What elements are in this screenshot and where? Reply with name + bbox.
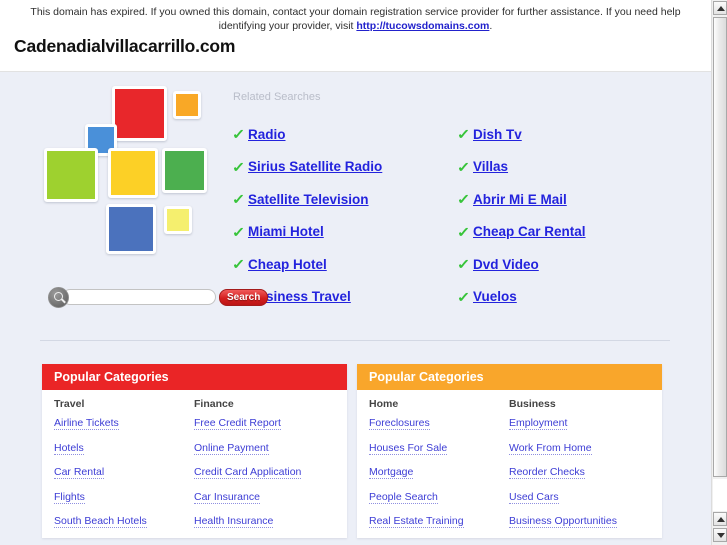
related-searches-column-left: ✓ Radio ✓ Sirius Satellite Radio ✓ Satellite …	[231, 118, 382, 313]
tile-yellow	[108, 148, 158, 198]
section-divider	[40, 340, 670, 341]
scrollbar-track-gap[interactable]	[713, 479, 727, 511]
category-column-title: Finance	[194, 398, 234, 410]
category-link[interactable]: Foreclosures	[369, 417, 430, 430]
related-search-link[interactable]: Sirius Satellite Radio	[248, 159, 382, 174]
check-icon: ✓	[456, 126, 471, 143]
related-search-link[interactable]: Cheap Hotel	[248, 257, 327, 272]
related-search-link[interactable]: Dvd Video	[473, 257, 539, 272]
panel-header-1: Popular Categories	[42, 364, 347, 390]
notice-text-after: .	[489, 19, 493, 32]
tile-blue-large	[106, 204, 156, 254]
check-icon: ✓	[231, 126, 246, 143]
scrollbar-thumb[interactable]	[713, 17, 727, 477]
category-link[interactable]: Employment	[509, 417, 568, 430]
category-link[interactable]: Car Rental	[54, 466, 105, 479]
related-search-item[interactable]: ✓ Dish Tv	[456, 118, 586, 151]
mosaic-graphic	[40, 86, 218, 264]
related-search-link[interactable]: Cheap Car Rental	[473, 224, 586, 239]
related-search-link[interactable]: Vuelos	[473, 289, 517, 304]
panel-body-1: Travel Airline Tickets Hotels Car Rental Fli…	[42, 390, 347, 538]
tile-pale-yellow	[164, 206, 192, 234]
related-search-item[interactable]: ✓ Dvd Video	[456, 248, 586, 281]
domain-title: Cadenadialvillacarrillo.com	[14, 36, 236, 56]
related-searches-label: Related Searches	[233, 91, 321, 103]
search-input[interactable]	[62, 289, 216, 305]
category-link[interactable]: Free Credit Report	[194, 417, 281, 430]
vertical-scrollbar[interactable]	[711, 0, 727, 545]
related-search-item[interactable]: ✓ Radio	[231, 118, 382, 151]
panel-body-2: Home Foreclosures Houses For Sale Mortgage P…	[357, 390, 662, 538]
related-search-item[interactable]: ✓ Villas	[456, 151, 586, 184]
related-search-item[interactable]: ✓ Cheap Hotel	[231, 248, 382, 281]
check-icon: ✓	[456, 223, 471, 240]
check-icon: ✓	[456, 288, 471, 305]
page-root: This domain has expired. If you owned th…	[0, 0, 727, 545]
check-icon: ✓	[456, 256, 471, 273]
category-link[interactable]: Mortgage	[369, 466, 414, 479]
category-column: Business Employment Work From Home Reorder …	[509, 398, 649, 528]
scroll-up-arrow-icon-secondary	[717, 517, 725, 522]
check-icon: ✓	[231, 223, 246, 240]
scroll-down-arrow-icon	[717, 533, 725, 538]
search-button[interactable]: Search	[219, 288, 269, 306]
related-search-link[interactable]: Radio	[248, 127, 286, 142]
related-search-link[interactable]: Dish Tv	[473, 127, 522, 142]
category-link[interactable]: Real Estate Training	[369, 515, 464, 528]
scroll-up-button-secondary[interactable]	[713, 512, 727, 526]
category-link[interactable]: Flights	[54, 491, 85, 504]
check-icon: ✓	[231, 191, 246, 208]
related-searches-column-right: ✓ Dish Tv ✓ Villas ✓ Abrir Mi E Mail ✓ Cheap Ca…	[456, 118, 586, 314]
related-search-item[interactable]: ✓ Miami Hotel	[231, 216, 382, 249]
category-link[interactable]: Health Insurance	[194, 515, 274, 528]
category-column: Travel Airline Tickets Hotels Car Rental Fli…	[54, 398, 194, 528]
category-link[interactable]: Airline Tickets	[54, 417, 119, 430]
check-icon: ✓	[456, 191, 471, 208]
tile-lime	[44, 148, 98, 202]
category-link[interactable]: Online Payment	[194, 442, 269, 455]
related-search-link[interactable]: Abrir Mi E Mail	[473, 192, 567, 207]
scroll-down-button[interactable]	[713, 528, 727, 542]
tucowsdomains-link[interactable]: http://tucowsdomains.com	[356, 20, 489, 32]
category-column: Finance Free Credit Report Online Payment C…	[194, 398, 334, 528]
popular-categories-panel-2: Popular Categories Home Foreclosures House…	[357, 364, 662, 538]
category-link[interactable]: Credit Card Application	[194, 466, 302, 479]
category-link[interactable]: South Beach Hotels	[54, 515, 147, 528]
related-search-item[interactable]: ✓ Cheap Car Rental	[456, 216, 586, 249]
popular-categories-panel-1: Popular Categories Travel Airline Tickets…	[42, 364, 347, 538]
related-search-item[interactable]: ✓ Abrir Mi E Mail	[456, 183, 586, 216]
related-search-item[interactable]: ✓ Satellite Television	[231, 183, 382, 216]
category-link[interactable]: Car Insurance	[194, 491, 260, 504]
category-link[interactable]: Hotels	[54, 442, 84, 455]
related-search-item[interactable]: ✓ Sirius Satellite Radio	[231, 151, 382, 184]
notice-text: This domain has expired. If you owned th…	[0, 0, 711, 33]
category-link[interactable]: Houses For Sale	[369, 442, 448, 455]
category-link[interactable]: Used Cars	[509, 491, 559, 504]
related-search-link[interactable]: Satellite Television	[248, 192, 369, 207]
related-search-link[interactable]: Villas	[473, 159, 508, 174]
domain-expiry-notice: This domain has expired. If you owned th…	[0, 0, 711, 72]
search-box: Search	[48, 286, 269, 308]
category-column: Home Foreclosures Houses For Sale Mortgage P…	[369, 398, 509, 528]
tile-orange	[173, 91, 201, 119]
related-search-link[interactable]: Miami Hotel	[248, 224, 324, 239]
check-icon: ✓	[456, 158, 471, 175]
category-link[interactable]: People Search	[369, 491, 438, 504]
category-column-title: Business	[509, 398, 556, 410]
panel-header-2: Popular Categories	[357, 364, 662, 390]
category-column-title: Home	[369, 398, 399, 410]
check-icon: ✓	[231, 158, 246, 175]
scroll-up-button[interactable]	[713, 1, 727, 15]
category-column-title: Travel	[54, 398, 85, 410]
check-icon: ✓	[231, 256, 246, 273]
magnifier-icon[interactable]	[48, 286, 69, 308]
tile-green	[162, 148, 207, 193]
related-search-item[interactable]: ✓ Vuelos	[456, 281, 586, 314]
category-link[interactable]: Reorder Checks	[509, 466, 585, 479]
tile-red	[112, 86, 167, 141]
main-content: Related Searches ✓ Radio ✓ Sirius Satellite…	[0, 72, 711, 545]
category-link[interactable]: Work From Home	[509, 442, 592, 455]
scroll-up-arrow-icon	[717, 6, 725, 11]
category-link[interactable]: Business Opportunities	[509, 515, 617, 528]
